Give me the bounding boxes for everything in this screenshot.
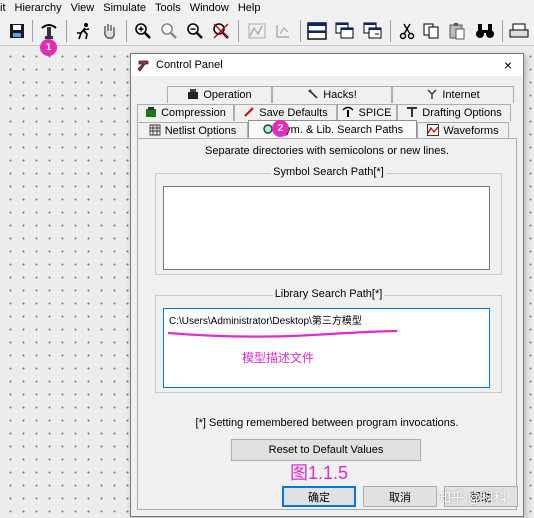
control-panel-dialog: Control Panel × Operation Hacks! Interne… [130, 53, 524, 517]
toolbar [0, 16, 534, 46]
cut-icon[interactable] [396, 20, 418, 42]
operation-icon [187, 88, 199, 103]
symbol-search-path-input[interactable] [163, 186, 490, 270]
netlist-icon [149, 124, 161, 139]
instruction-text: Separate directories with semicolons or … [205, 145, 449, 157]
pen-icon [243, 106, 255, 121]
tab-hacks[interactable]: Hacks! [272, 86, 392, 103]
tab-netlist-options[interactable]: Netlist Options [137, 122, 248, 139]
tab-row-1: Operation Hacks! Internet [137, 86, 514, 103]
dialog-title: Control Panel [156, 59, 223, 71]
tab-operation[interactable]: Operation [167, 86, 272, 103]
watermark-text: 知乎 @科科 [438, 490, 507, 505]
tab-compression[interactable]: Compression [137, 104, 234, 121]
menu-window[interactable]: Window [190, 2, 229, 14]
annotation-label: 模型描述文件 [242, 351, 315, 365]
menu-view[interactable]: View [71, 2, 95, 14]
close-icon[interactable]: × [499, 56, 517, 74]
hammer-icon [137, 58, 151, 72]
menu-help[interactable]: Help [238, 2, 261, 14]
tab-waveforms[interactable]: Waveforms [417, 122, 509, 139]
menu-bar: it Hierarchy View Simulate Tools Window … [0, 0, 534, 16]
tab-internet[interactable]: Internet [392, 86, 514, 103]
zoom-out-icon[interactable] [158, 20, 180, 42]
library-search-group: Library Search Path[*] C:\Users\Administ… [155, 288, 502, 393]
symbol-search-label: Symbol Search Path[*] [271, 166, 386, 178]
library-search-path-input[interactable]: C:\Users\Administrator\Desktop\第三方模型 [163, 308, 490, 388]
tab-hacks-label: Hacks! [323, 89, 357, 101]
zoom-in-icon[interactable] [132, 20, 154, 42]
autorange-y-icon[interactable] [272, 20, 294, 42]
tab-sym-lib-search-paths-label: Sym. & Lib. Search Paths [277, 124, 404, 136]
tab-save-defaults[interactable]: Save Defaults [234, 104, 337, 121]
tab-netlist-options-label: Netlist Options [164, 125, 237, 137]
tab-row-2: Compression Save Defaults SPICE Drafting… [137, 104, 511, 121]
cascade-icon[interactable] [334, 20, 356, 42]
menu-tools[interactable]: Tools [155, 2, 181, 14]
tab-drafting-options[interactable]: Drafting Options [397, 104, 511, 121]
remember-note: [*] Setting remembered between program i… [195, 417, 459, 429]
find-icon[interactable] [474, 20, 496, 42]
dialog-titlebar: Control Panel × [131, 54, 523, 76]
menu-file[interactable]: it [0, 2, 6, 14]
t-square-icon [406, 106, 418, 121]
compression-icon [145, 106, 157, 121]
tab-spice[interactable]: SPICE [337, 104, 397, 121]
tile-vertical-icon[interactable] [362, 20, 384, 42]
menu-simulate[interactable]: Simulate [103, 2, 146, 14]
zoom-fit-icon[interactable] [184, 20, 206, 42]
reset-defaults-button[interactable]: Reset to Default Values [231, 439, 421, 461]
pan-hand-icon[interactable] [98, 20, 120, 42]
figure-caption: 图1.1.5 [290, 463, 349, 483]
tab-compression-label: Compression [161, 107, 226, 119]
print-icon[interactable] [508, 20, 530, 42]
cancel-button[interactable]: 取消 [363, 486, 437, 507]
tab-panel: Separate directories with semicolons or … [137, 138, 517, 510]
tab-drafting-options-label: Drafting Options [422, 107, 502, 119]
autorange-icon[interactable] [246, 20, 268, 42]
run-icon[interactable] [72, 20, 94, 42]
tile-horizontal-icon[interactable] [306, 20, 328, 42]
ok-button[interactable]: 确定 [282, 486, 356, 507]
menu-hierarchy[interactable]: Hierarchy [15, 2, 62, 14]
paste-icon[interactable] [446, 20, 468, 42]
step-badge-1: 1 [40, 39, 57, 56]
symbol-search-group: Symbol Search Path[*] [155, 166, 502, 275]
library-search-label: Library Search Path[*] [272, 288, 385, 300]
copy-icon[interactable] [420, 20, 442, 42]
tab-operation-label: Operation [203, 89, 252, 101]
step-badge-2: 2 [272, 120, 289, 137]
tab-spice-label: SPICE [358, 107, 392, 119]
tab-row-3: Netlist Options Sym. & Lib. Search Paths… [137, 120, 509, 139]
antenna-icon [426, 88, 438, 103]
annotation-underline [167, 329, 398, 338]
save-icon[interactable] [6, 20, 28, 42]
tab-save-defaults-label: Save Defaults [259, 107, 328, 119]
zoom-cancel-icon[interactable] [210, 20, 232, 42]
tab-waveforms-label: Waveforms [443, 125, 499, 137]
spice-icon [342, 106, 354, 121]
tab-internet-label: Internet [442, 89, 480, 101]
waveform-icon [427, 123, 440, 139]
hack-icon [307, 88, 319, 103]
